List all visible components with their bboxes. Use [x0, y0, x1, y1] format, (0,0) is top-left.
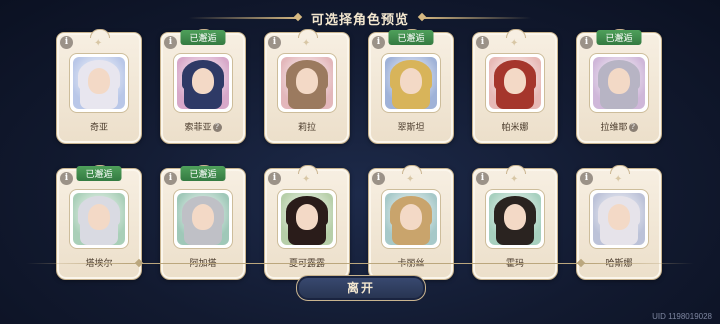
- character-name: 翠斯坦: [397, 123, 425, 133]
- encountered-badge: 已邂逅: [180, 30, 226, 45]
- portrait-frame: [589, 53, 649, 113]
- title-ornament-left: [188, 17, 299, 19]
- character-name: 奇亚: [89, 123, 108, 133]
- portrait-frame: [381, 53, 441, 113]
- sparkle-icon: ✦: [614, 174, 623, 185]
- character-name: 莉拉: [297, 123, 316, 133]
- character-portrait: [281, 57, 333, 109]
- info-icon[interactable]: i: [476, 36, 489, 49]
- character-portrait: [593, 193, 645, 245]
- character-card[interactable]: i ✦ 奇亚: [56, 29, 142, 144]
- portrait-frame: [69, 53, 129, 113]
- character-card[interactable]: i 已邂逅索菲亚?: [160, 29, 246, 144]
- portrait-frame: [173, 53, 233, 113]
- encountered-badge: 已邂逅: [180, 166, 226, 181]
- info-icon[interactable]: i: [164, 172, 177, 185]
- character-card[interactable]: i 已邂逅拉维耶?: [576, 29, 662, 144]
- character-portrait: [177, 57, 229, 109]
- character-card[interactable]: i ✦ 帕米娜: [472, 29, 558, 144]
- info-icon[interactable]: i: [60, 36, 73, 49]
- portrait-frame: [277, 189, 337, 249]
- portrait-frame: [381, 189, 441, 249]
- info-icon[interactable]: i: [268, 36, 281, 49]
- portrait-frame: [485, 189, 545, 249]
- info-icon[interactable]: i: [580, 172, 593, 185]
- portrait-frame: [173, 189, 233, 249]
- question-icon[interactable]: ?: [212, 123, 222, 132]
- page-title: 可选择角色预览: [310, 12, 409, 28]
- question-icon[interactable]: ?: [628, 123, 638, 132]
- sparkle-icon: ✦: [302, 174, 311, 185]
- info-icon[interactable]: i: [372, 36, 385, 49]
- leave-button[interactable]: 离开: [296, 275, 426, 301]
- character-portrait: [73, 193, 125, 245]
- character-card[interactable]: i 已邂逅翠斯坦: [368, 29, 454, 144]
- title-bar: 可选择角色预览: [0, 8, 720, 28]
- character-portrait: [281, 193, 333, 245]
- character-portrait: [489, 57, 541, 109]
- info-icon[interactable]: i: [60, 172, 73, 185]
- portrait-frame: [69, 189, 129, 249]
- info-icon[interactable]: i: [164, 36, 177, 49]
- divider: [26, 263, 694, 264]
- character-name: 拉维耶?: [577, 120, 661, 133]
- sparkle-icon: ✦: [406, 174, 415, 185]
- info-icon[interactable]: i: [268, 172, 281, 185]
- character-portrait: [593, 57, 645, 109]
- sparkle-icon: ✦: [302, 38, 311, 49]
- character-card[interactable]: i ✦ 莉拉: [264, 29, 350, 144]
- title-ornament-right: [421, 17, 531, 19]
- info-icon[interactable]: i: [476, 172, 489, 185]
- sparkle-icon: ✦: [510, 174, 519, 185]
- sparkle-icon: ✦: [510, 38, 519, 49]
- character-portrait: [385, 57, 437, 109]
- info-icon[interactable]: i: [372, 172, 385, 185]
- encountered-badge: 已邂逅: [76, 166, 122, 181]
- portrait-frame: [277, 53, 337, 113]
- character-name: 索菲亚?: [161, 120, 245, 133]
- character-portrait: [73, 57, 125, 109]
- encountered-badge: 已邂逅: [596, 30, 642, 45]
- encountered-badge: 已邂逅: [388, 30, 434, 45]
- sparkle-icon: ✦: [94, 38, 103, 49]
- character-portrait: [385, 193, 437, 245]
- uid-label: UID 1198019028: [652, 312, 712, 321]
- portrait-frame: [485, 53, 545, 113]
- info-icon[interactable]: i: [580, 36, 593, 49]
- character-portrait: [489, 193, 541, 245]
- character-name: 帕米娜: [501, 123, 529, 133]
- character-portrait: [177, 193, 229, 245]
- portrait-frame: [589, 189, 649, 249]
